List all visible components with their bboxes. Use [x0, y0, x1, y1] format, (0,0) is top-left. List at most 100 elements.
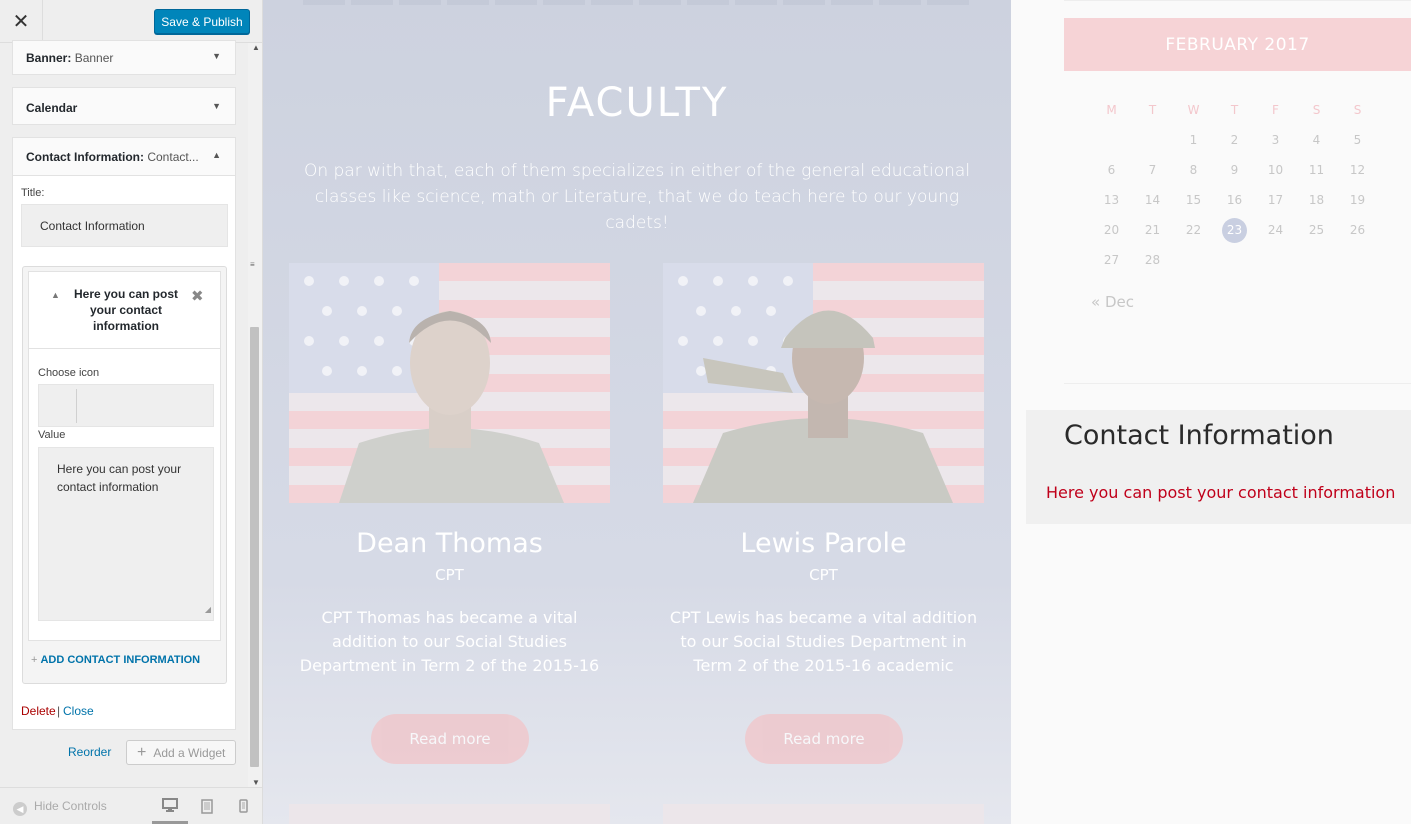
calendar-week-row: 1 2 3 4 5	[1091, 133, 1381, 163]
contact-items-box: ▲ Here you can post your contact informa…	[22, 266, 227, 684]
collapse-arrow-icon: ◀	[13, 802, 27, 816]
read-more-button[interactable]: Read more	[371, 714, 529, 764]
value-text: Here you can post your contact informati…	[57, 462, 182, 494]
calendar-day: 9	[1230, 163, 1239, 177]
calendar-weekday: T	[1230, 103, 1239, 117]
customizer-sidebar: ✕ Save & Publish Banner: Banner ▼ Calend…	[0, 0, 263, 824]
widget-banner[interactable]: Banner: Banner ▼	[12, 40, 236, 75]
widget-title: Calendar	[26, 101, 78, 115]
contact-information-widget: Contact Information Here you can post yo…	[1026, 410, 1411, 524]
calendar-day: 25	[1308, 223, 1325, 237]
calendar-month-header: FEBRUARY 2017	[1064, 18, 1411, 71]
calendar-weekday-row: MTWTFSS	[1091, 103, 1381, 133]
remove-item-icon[interactable]: ✖	[191, 287, 204, 305]
link-separator: |	[57, 704, 61, 718]
chevron-down-icon[interactable]: ▼	[212, 101, 221, 111]
calendar-day: 14	[1144, 193, 1161, 207]
calendar-week-row: 27 28	[1091, 253, 1381, 283]
mobile-preview-button[interactable]	[225, 788, 261, 824]
faculty-name: Dean Thomas	[356, 528, 543, 559]
faculty-rank: CPT	[435, 566, 464, 584]
scrollbar-thumb[interactable]	[250, 327, 259, 767]
widget-contact-information: Contact Information: Contact... ▲ Title:…	[12, 137, 236, 730]
sidebar-footer: ◀ Hide Controls	[0, 787, 262, 824]
section-description: On par with that, each of them specializ…	[303, 161, 971, 233]
calendar-day: 2	[1230, 133, 1239, 147]
calendar-day: 7	[1148, 163, 1157, 177]
faculty-photo	[663, 263, 984, 503]
add-widget-button[interactable]: + Add a Widget	[126, 740, 236, 765]
reorder-link[interactable]: Reorder	[68, 745, 111, 759]
calendar-day: 28	[1144, 253, 1161, 267]
read-more-button[interactable]: Read more	[745, 714, 903, 764]
scroll-down-icon[interactable]: ▼	[252, 778, 260, 787]
value-label: Value	[38, 429, 66, 441]
calendar-day: 18	[1308, 193, 1325, 207]
calendar-day: 27	[1103, 253, 1120, 267]
faculty-rank: CPT	[809, 566, 838, 584]
sidebar-scrollbar[interactable]: ▲ ≡ ▼	[248, 43, 262, 787]
preview-right-sidebar: FEBRUARY 2017 M T W T F S S 1 2 3 4 5 6 7 8 9 10 11 12 13 14…	[1011, 0, 1411, 824]
divider	[1064, 0, 1411, 1]
section-title: FACULTY	[545, 80, 729, 126]
faculty-bio: CPT Lewis has became a vital addition to…	[669, 608, 978, 675]
delete-link[interactable]: Delete	[21, 704, 56, 718]
contact-item-header[interactable]: ▲ Here you can post your contact informa…	[29, 272, 220, 349]
widget-header[interactable]: Contact Information: Contact... ▲	[13, 138, 235, 176]
calendar-prev-month-link[interactable]: « Dec	[1091, 293, 1134, 311]
resize-grip-icon[interactable]: ◢	[205, 601, 211, 619]
calendar-week-row: 20 21 22 23 24 25 26	[1091, 218, 1381, 253]
faculty-photo-partial	[289, 804, 610, 824]
calendar-day: 11	[1308, 163, 1325, 177]
tablet-preview-button[interactable]	[189, 788, 225, 824]
cut-off-text	[303, 0, 973, 5]
divider	[1064, 383, 1411, 384]
faculty-section: FACULTY On par with that, each of them s…	[263, 0, 1011, 824]
calendar-day: 4	[1312, 133, 1321, 147]
add-contact-information-button[interactable]: + ADD CONTACT INFORMATION	[31, 654, 200, 666]
widget-title: Banner: Banner	[26, 51, 114, 65]
calendar-day: 10	[1267, 163, 1284, 177]
calendar-today: 23	[1222, 218, 1247, 243]
calendar-day: 26	[1349, 223, 1366, 237]
faculty-photo-partial	[663, 804, 984, 824]
scroll-up-icon[interactable]: ▲	[252, 43, 260, 52]
calendar-day: 17	[1267, 193, 1284, 207]
plus-icon: +	[137, 743, 147, 761]
choose-icon-label: Choose icon	[38, 367, 100, 379]
calendar-day: 5	[1353, 133, 1362, 147]
desktop-icon	[162, 797, 178, 812]
calendar-day: 22	[1185, 223, 1202, 237]
chevron-up-icon[interactable]: ▲	[212, 150, 221, 160]
faculty-bio: CPT Thomas has became a vital addition t…	[299, 608, 600, 675]
calendar-weekday: S	[1312, 103, 1321, 117]
collapse-triangle-icon[interactable]: ▲	[51, 290, 60, 300]
close-customizer-button[interactable]: ✕	[0, 0, 43, 43]
widget-title: Contact Information: Contact...	[26, 150, 199, 164]
hide-controls-button[interactable]: ◀ Hide Controls	[13, 799, 107, 816]
mobile-icon	[238, 799, 248, 813]
calendar-day: 24	[1267, 223, 1284, 237]
contact-item-title: Here you can post your contact informati…	[73, 287, 179, 333]
calendar-day: 3	[1271, 133, 1280, 147]
calendar-day: 20	[1103, 223, 1120, 237]
flag-portrait-image	[663, 263, 984, 503]
plus-icon: +	[31, 654, 38, 666]
save-publish-button[interactable]: Save & Publish	[154, 9, 250, 34]
widget-calendar[interactable]: Calendar ▼	[12, 87, 236, 125]
contact-item-card: ▲ Here you can post your contact informa…	[28, 271, 221, 641]
faculty-photo	[289, 263, 610, 503]
chevron-down-icon[interactable]: ▼	[212, 51, 221, 61]
calendar-day: 12	[1349, 163, 1366, 177]
calendar-day: 8	[1189, 163, 1198, 177]
calendar-weekday: T	[1148, 103, 1157, 117]
faculty-name: Lewis Parole	[740, 528, 907, 559]
title-input[interactable]: Contact Information	[21, 204, 228, 247]
icon-picker[interactable]	[38, 384, 214, 427]
calendar-grid: M T W T F S S 1 2 3 4 5 6 7 8 9 10 11 12 13 14 15 16 17 18 19 20 21…	[1091, 103, 1381, 283]
desktop-preview-button[interactable]	[152, 788, 188, 824]
close-link[interactable]: Close	[63, 704, 94, 718]
calendar-week-row: 6 7 8 9 10 11 12	[1091, 163, 1381, 193]
value-textarea[interactable]: Here you can post your contact informati…	[38, 447, 214, 621]
close-icon: ✕	[12, 11, 30, 33]
